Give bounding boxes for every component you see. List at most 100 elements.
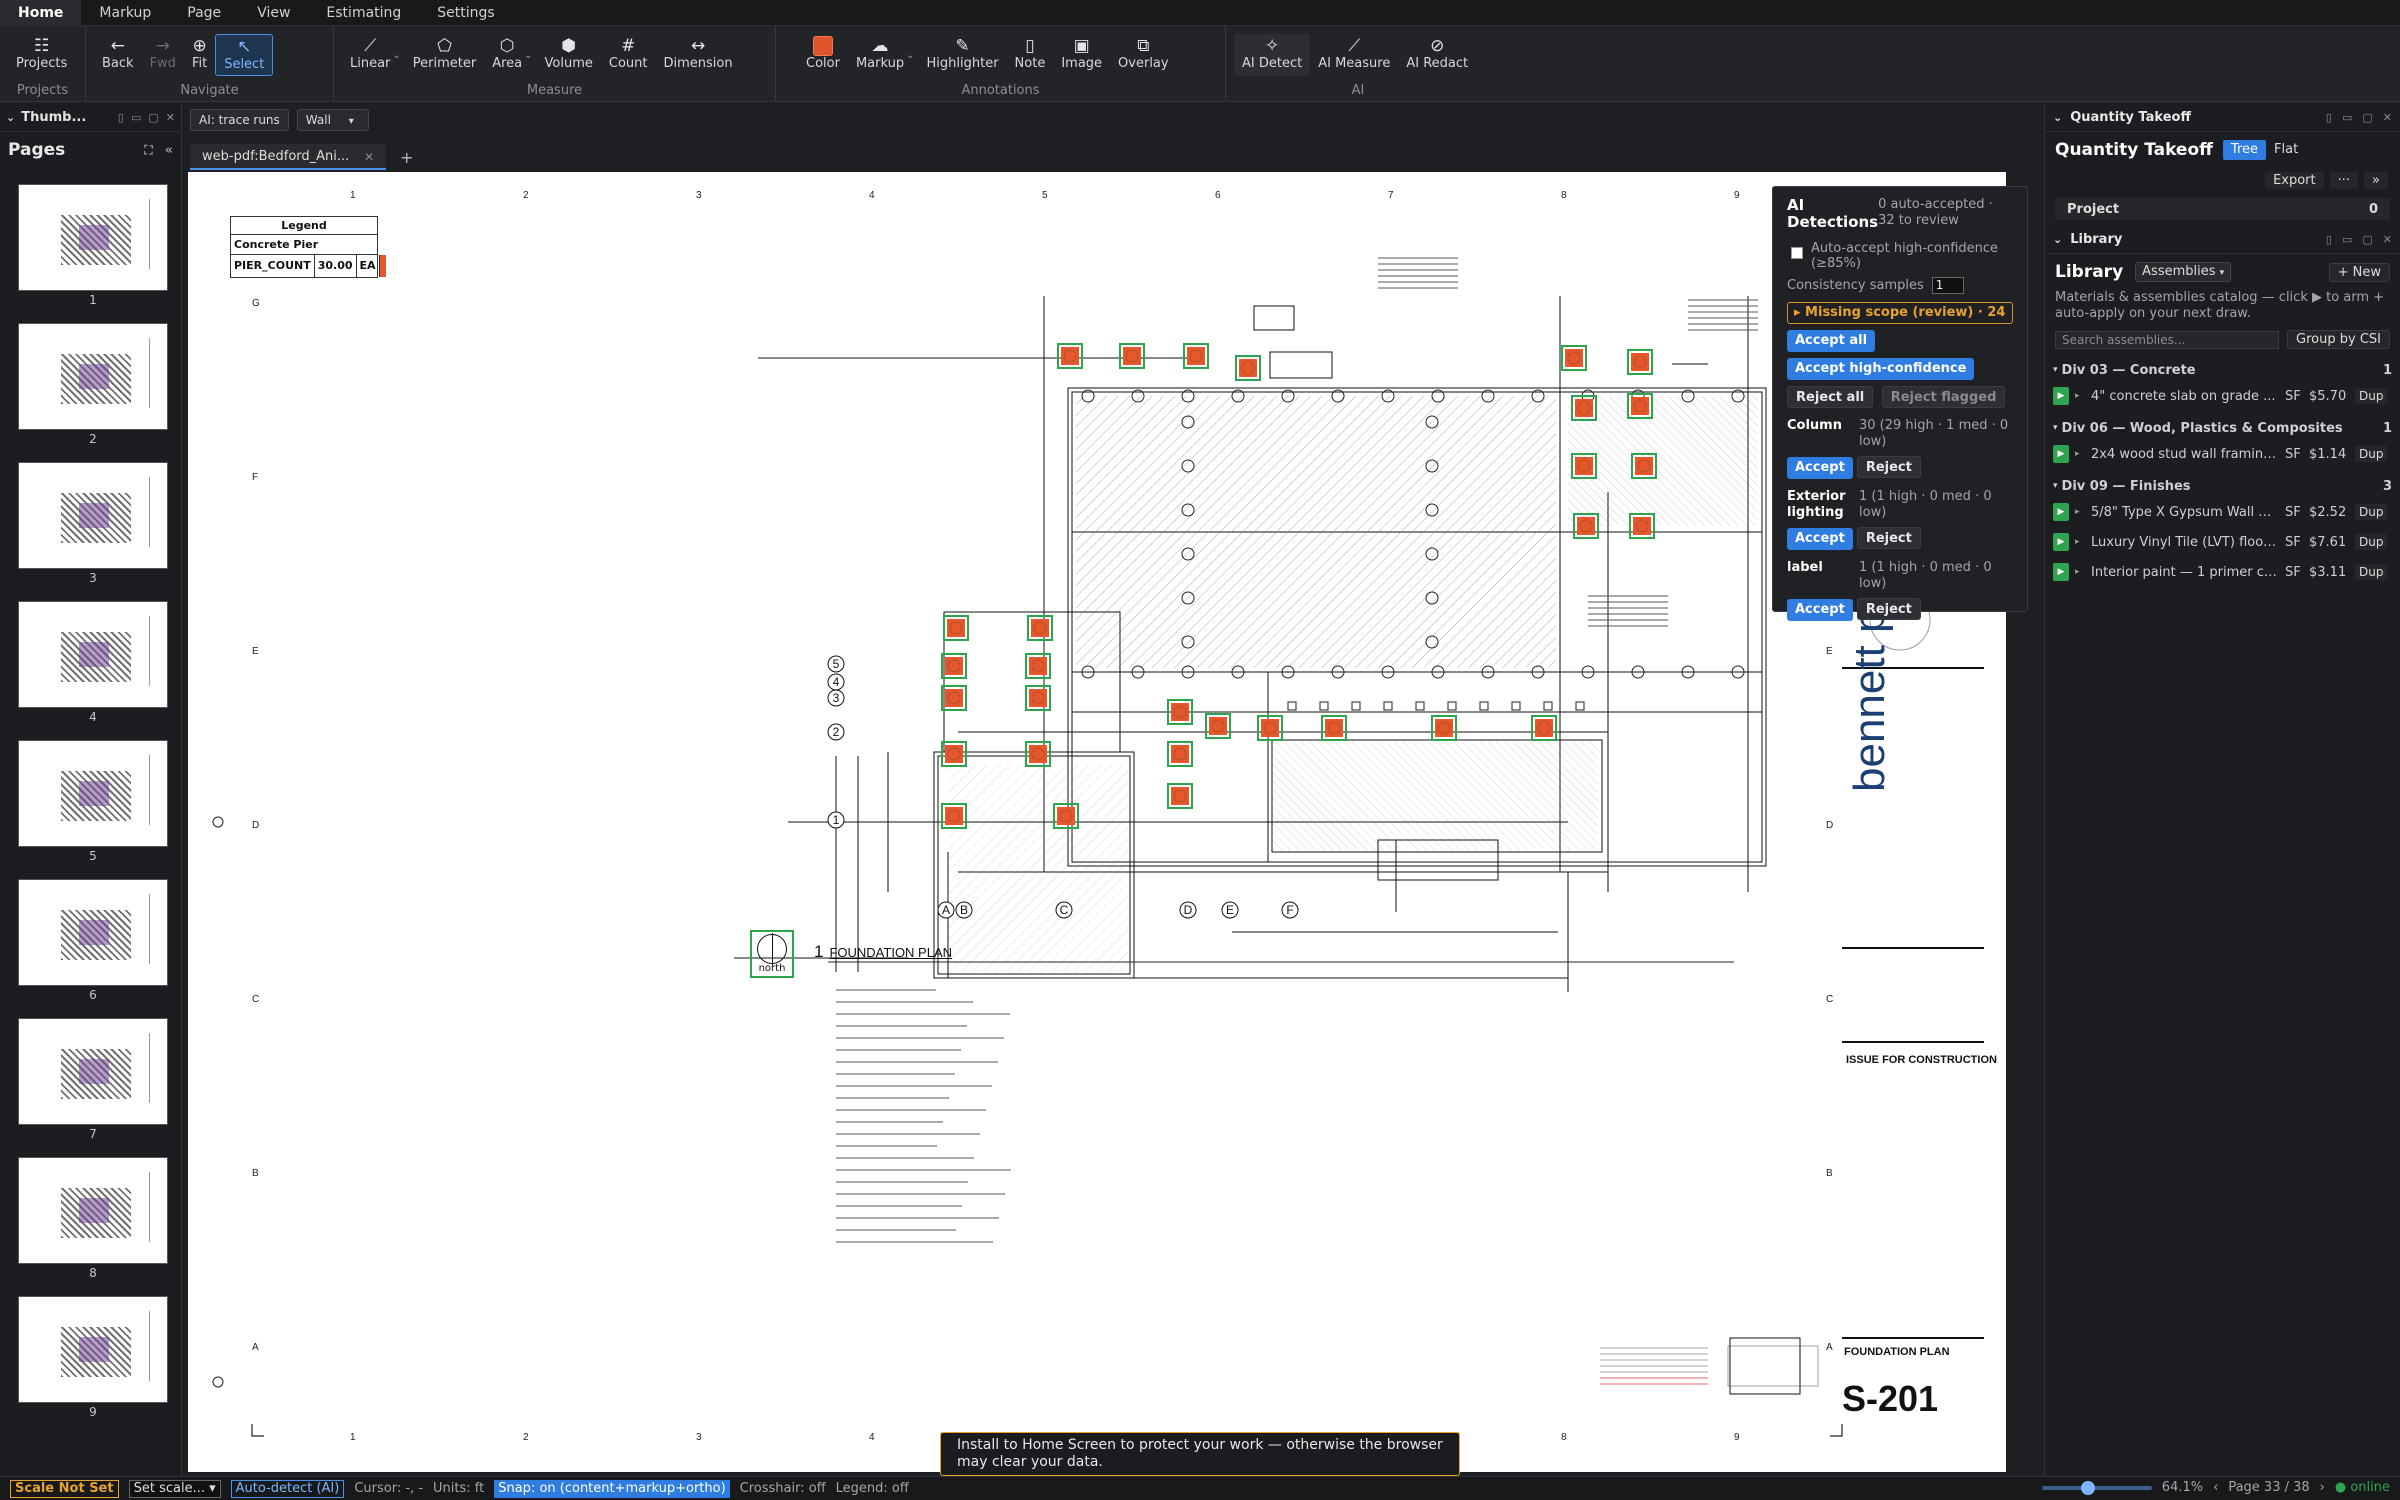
reject-flagged-button[interactable]: Reject flagged [1881,386,2006,408]
area-dropdown-icon[interactable]: ⌄ [524,34,532,61]
chevron-down-icon[interactable]: ⌄ [2053,233,2062,246]
page-thumbnail[interactable]: 6 [18,879,181,1002]
new-assembly-button[interactable]: + New [2328,262,2390,282]
play-icon[interactable]: ▶ [2053,387,2069,405]
assembly-search-input[interactable]: Search assemblies... [2055,330,2280,349]
accept-all-button[interactable]: Accept all [1787,330,1876,352]
duplicate-button[interactable]: Dup [2355,446,2388,462]
close-icon[interactable]: ✕ [2383,233,2392,246]
assembly-item[interactable]: ▶ ▸ Interior paint — 1 primer co... SF $3.11… [2045,557,2400,587]
page-thumbnail[interactable]: 5 [18,740,181,863]
collapse-icon[interactable]: « [165,143,173,158]
page-thumbnail[interactable]: 7 [18,1018,181,1141]
accept-high-confidence-button[interactable]: Accept high-confidence [1787,358,1975,380]
export-button[interactable]: Export [2265,171,2324,189]
play-icon[interactable]: ▶ [2053,445,2069,463]
count-button[interactable]: # Count [601,34,656,76]
tree-view-button[interactable]: Tree [2222,140,2267,160]
assembly-item[interactable]: ▶ ▸ Luxury Vinyl Tile (LVT) floor... SF $7.6… [2045,527,2400,557]
install-toast[interactable]: Install to Home Screen to protect your w… [940,1432,1460,1476]
ai-detect-button[interactable]: ✧ AI Detect [1234,34,1311,76]
menu-estimating[interactable]: Estimating [308,0,419,26]
document-tab[interactable]: web-pdf:Bedford_Ani... ✕ [190,144,386,170]
markup-button[interactable]: ☁ Markup [848,34,912,76]
page-thumbnail[interactable]: 9 [18,1296,181,1419]
menu-settings[interactable]: Settings [419,0,512,26]
markup-dropdown-icon[interactable]: ⌄ [906,34,914,61]
highlighter-button[interactable]: ✎ Highlighter [919,34,1007,76]
zoom-slider-knob[interactable] [2080,1480,2095,1495]
chevron-down-icon[interactable]: ⌄ [2053,111,2062,124]
page-thumbnail[interactable]: 3 [18,462,181,585]
missing-scope-toggle[interactable]: ▸ Missing scope (review) · 24 [1787,302,2013,324]
dock-bottom-icon[interactable]: ▭ [2342,233,2352,246]
duplicate-button[interactable]: Dup [2355,388,2388,404]
trace-runs-chip[interactable]: AI: trace runs [190,109,289,131]
division-header[interactable]: ▾ Div 03 — Concrete 1 [2045,359,2400,381]
assembly-item[interactable]: ▶ ▸ 5/8" Type X Gypsum Wall B... SF $2.52 Dup [2045,497,2400,527]
detection-accept-button[interactable]: Accept [1787,457,1853,479]
dock-left-icon[interactable]: ▯ [118,111,124,124]
duplicate-button[interactable]: Dup [2355,504,2388,520]
linear-button[interactable]: ⟋ Linear [342,34,398,76]
consistency-input[interactable]: 1 [1931,277,1964,294]
play-icon[interactable]: ▶ [2053,563,2069,581]
set-scale-select[interactable]: Set scale... ▾ [128,1479,221,1498]
menu-view[interactable]: View [239,0,308,26]
duplicate-button[interactable]: Dup [2355,564,2388,580]
forward-button[interactable]: → Fwd [142,34,184,76]
menu-markup[interactable]: Markup [81,0,169,26]
units-readout[interactable]: Units: ft [433,1481,484,1496]
chevron-right-icon[interactable]: ▸ [2075,391,2085,401]
dock-left-icon[interactable]: ▯ [2326,233,2332,246]
legend-toggle[interactable]: Legend: off [836,1481,909,1496]
drawing-canvas[interactable]: ABCDEF54321 Legend Concrete Pier PIER_CO… [188,172,2006,1472]
chevron-right-icon[interactable]: ▸ [2075,449,2085,459]
menu-page[interactable]: Page [169,0,239,26]
close-icon[interactable]: ✕ [166,111,175,124]
chevron-right-icon[interactable]: ▸ [2075,567,2085,577]
page-thumbnail[interactable]: 8 [18,1157,181,1280]
group-by-csi-button[interactable]: Group by CSI [2287,330,2390,349]
overlay-button[interactable]: ⧉ Overlay [1110,34,1177,76]
duplicate-button[interactable]: Dup [2355,534,2388,550]
linear-dropdown-icon[interactable]: ⌄ [392,34,400,61]
division-header[interactable]: ▾ Div 06 — Wood, Plastics & Composites 1 [2045,417,2400,439]
dock-left-icon[interactable]: ▯ [2326,111,2332,124]
float-icon[interactable]: ▢ [2362,111,2372,124]
wall-select[interactable]: Wall ▾ [296,109,369,131]
project-row[interactable]: Project 0 [2055,198,2390,220]
chevron-down-icon[interactable]: ⌄ [6,111,15,124]
detection-reject-button[interactable]: Reject [1856,456,1921,478]
expand-icon[interactable]: ⛶ [144,143,152,158]
add-tab-icon[interactable]: + [400,148,413,167]
page-thumbnail[interactable]: 1 [18,184,181,307]
detection-accept-button[interactable]: Accept [1787,599,1853,621]
detection-reject-button[interactable]: Reject [1856,598,1921,620]
color-button[interactable]: Color [798,34,848,76]
select-button[interactable]: ↖ Select [215,34,274,76]
assembly-item[interactable]: ▶ ▸ 2x4 wood stud wall framing... SF $1.14 Du… [2045,439,2400,469]
chevron-right-icon[interactable]: ▸ [2075,537,2085,547]
reject-all-button[interactable]: Reject all [1787,386,1874,408]
play-icon[interactable]: ▶ [2053,503,2069,521]
close-icon[interactable]: ✕ [2383,111,2392,124]
close-icon[interactable]: ✕ [364,144,374,168]
auto-accept-checkbox[interactable] [1791,247,1803,259]
dock-bottom-icon[interactable]: ▭ [131,111,141,124]
note-button[interactable]: ▯ Note [1007,34,1054,76]
float-icon[interactable]: ▢ [2362,233,2372,246]
back-button[interactable]: ← Back [94,34,142,76]
dock-bottom-icon[interactable]: ▭ [2342,111,2352,124]
image-button[interactable]: ▣ Image [1053,34,1110,76]
page-thumbnail[interactable]: 2 [18,323,181,446]
snap-toggle[interactable]: Snap: on (content+markup+ortho) [494,1479,730,1498]
dimension-button[interactable]: ↔ Dimension [656,34,741,76]
ai-redact-button[interactable]: ⊘ AI Redact [1398,34,1476,76]
division-header[interactable]: ▾ Div 09 — Finishes 3 [2045,475,2400,497]
prev-page-icon[interactable]: ‹ [2213,1480,2218,1495]
scale-not-set-badge[interactable]: Scale Not Set [10,1479,119,1498]
volume-button[interactable]: ⬢ Volume [537,34,601,76]
chevron-right-icon[interactable]: ▸ [2075,507,2085,517]
more-button[interactable]: ··· [2329,171,2359,189]
